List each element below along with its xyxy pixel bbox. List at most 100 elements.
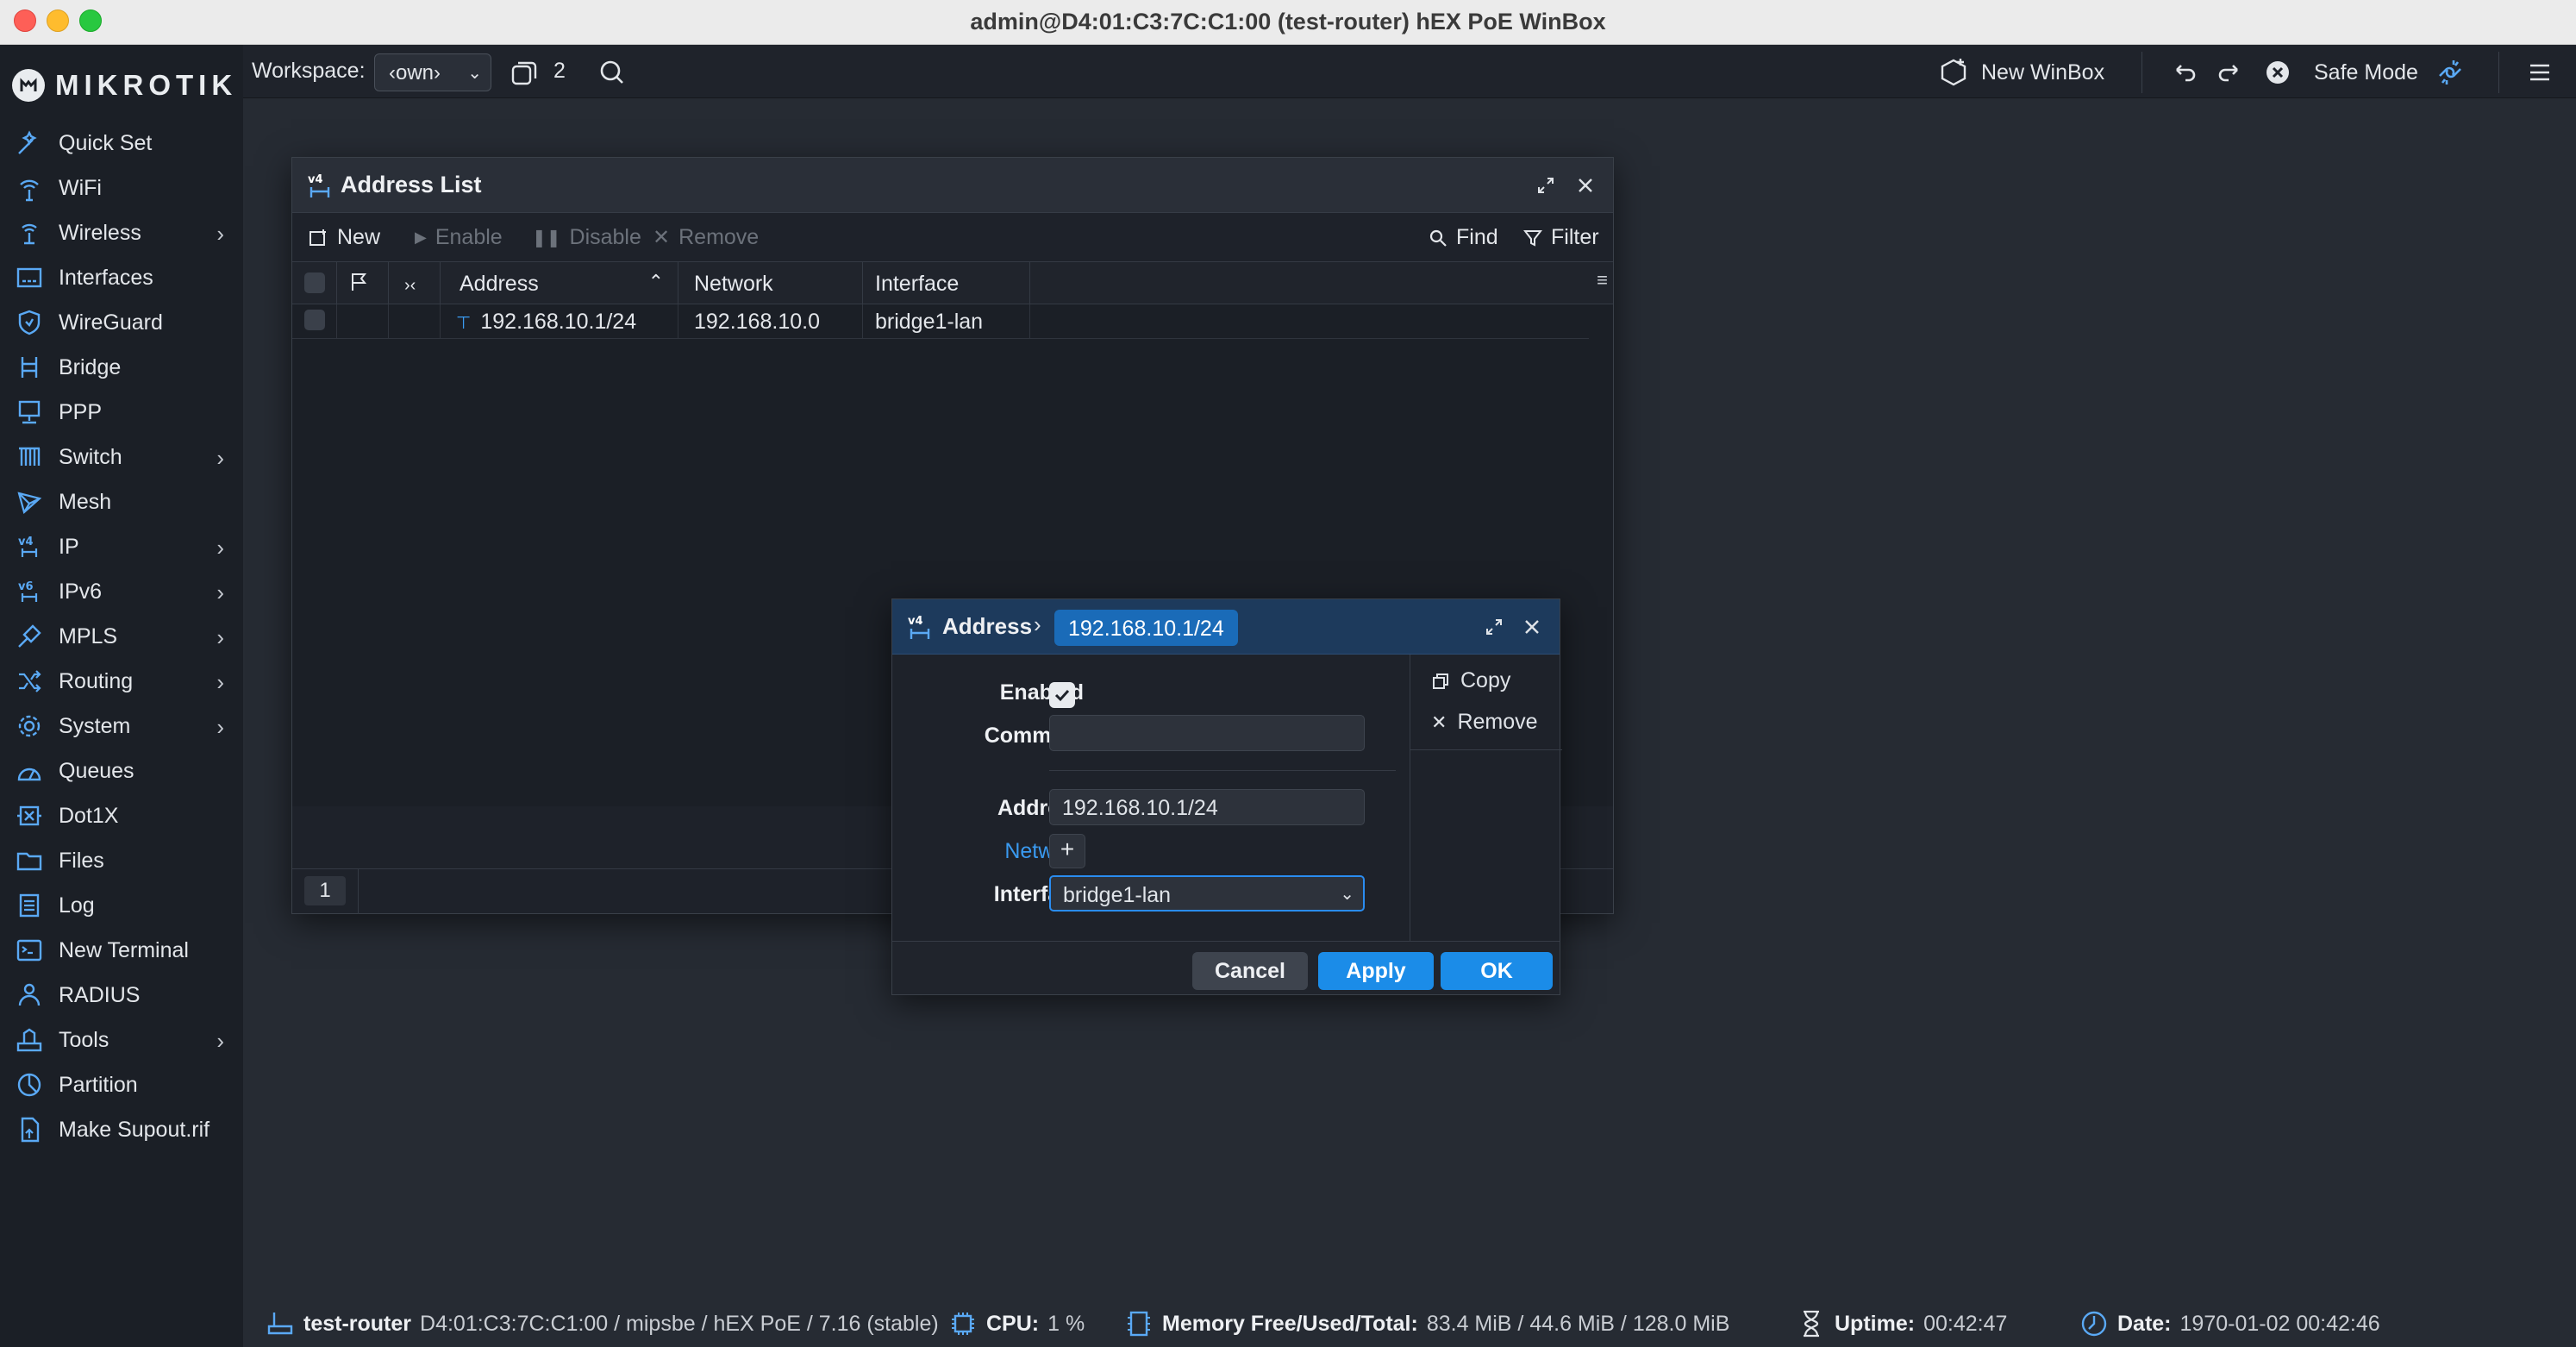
- row-network-value: 192.168.10.0: [694, 310, 820, 334]
- chevron-right-icon: ›: [216, 221, 224, 247]
- windows-stack-icon[interactable]: [507, 55, 541, 90]
- search-icon: [1429, 229, 1447, 247]
- enable-button[interactable]: ▶ Enable: [415, 225, 503, 250]
- sidebar-item-system[interactable]: System ›: [0, 704, 243, 749]
- sidebar-item-switch[interactable]: Switch ›: [0, 435, 243, 479]
- new-winbox-button[interactable]: New WinBox: [1981, 60, 2104, 85]
- new-winbox-icon[interactable]: [1936, 55, 1971, 90]
- routing-icon: [14, 666, 45, 697]
- sidebar-item-mesh[interactable]: Mesh: [0, 479, 243, 524]
- row-checkbox[interactable]: [304, 310, 325, 330]
- chevron-down-icon: ⌄: [1340, 885, 1354, 904]
- actions-divider: [1410, 749, 1562, 750]
- add-network-button[interactable]: +: [1049, 834, 1085, 868]
- sidebar-item-label: Partition: [59, 1072, 138, 1097]
- redo-icon[interactable]: [2212, 55, 2247, 90]
- address-field[interactable]: 192.168.10.1/24: [1049, 789, 1365, 825]
- sidebar-item-dot1x[interactable]: Dot1X: [0, 793, 243, 838]
- chevron-right-icon: ›: [216, 580, 224, 605]
- chevron-right-icon: ›: [216, 1028, 224, 1054]
- disconnect-icon[interactable]: [2433, 55, 2467, 90]
- flag-column-header[interactable]: [337, 262, 389, 305]
- column-header-address[interactable]: Address ⌃: [441, 262, 678, 305]
- ok-button[interactable]: OK: [1441, 952, 1553, 990]
- apply-button[interactable]: Apply: [1318, 952, 1434, 990]
- new-button[interactable]: New: [308, 225, 380, 250]
- disable-button[interactable]: ❚❚ Disable: [532, 225, 641, 250]
- svg-text:v4: v4: [908, 615, 923, 628]
- sidebar-item-bridge[interactable]: Bridge: [0, 345, 243, 390]
- cancel-button[interactable]: Cancel: [1192, 952, 1308, 990]
- sidebar-item-files[interactable]: Files: [0, 838, 243, 883]
- sidebar-item-interfaces[interactable]: Interfaces: [0, 255, 243, 300]
- uptime-status: Uptime: 00:42:47: [1797, 1309, 2007, 1338]
- safe-mode-toggle-icon[interactable]: [2260, 55, 2295, 90]
- maximize-icon[interactable]: [1532, 172, 1560, 199]
- memory-icon: [1128, 1311, 1150, 1337]
- wireguard-icon: [14, 307, 45, 338]
- sidebar-item-wifi[interactable]: WiFi: [0, 166, 243, 210]
- column-header-label: Network: [694, 272, 773, 296]
- close-icon[interactable]: [1572, 172, 1599, 199]
- table-row[interactable]: ⊤ 192.168.10.1/24 192.168.10.0 bridge1-l…: [292, 304, 1589, 339]
- copy-button[interactable]: Copy: [1431, 668, 1510, 693]
- interface-select[interactable]: bridge1-lan ⌄: [1049, 875, 1365, 912]
- sidebar-item-make-supout[interactable]: Make Supout.rif: [0, 1107, 243, 1152]
- checkmark-icon: [1054, 689, 1070, 702]
- undo-icon[interactable]: [2167, 55, 2202, 90]
- sidebar-item-quick-set[interactable]: Quick Set: [0, 121, 243, 166]
- sidebar-item-label: Files: [59, 848, 104, 873]
- breadcrumb-separator-icon: ›: [1034, 611, 1041, 637]
- sidebar-item-log[interactable]: Log: [0, 883, 243, 928]
- enabled-checkbox[interactable]: [1049, 682, 1075, 708]
- date-status: Date: 1970-01-02 00:42:46: [2079, 1309, 2380, 1338]
- select-all-checkbox[interactable]: [304, 273, 325, 293]
- row-address-value: 192.168.10.1/24: [480, 310, 637, 334]
- comment-field[interactable]: [1049, 715, 1365, 751]
- find-button[interactable]: Find: [1429, 225, 1498, 250]
- sidebar-item-label: IP: [59, 534, 79, 559]
- address-list-titlebar[interactable]: v4 Address List: [292, 158, 1613, 213]
- breadcrumb-address[interactable]: Address: [942, 613, 1032, 640]
- sidebar-item-new-terminal[interactable]: New Terminal: [0, 928, 243, 973]
- sidebar-item-mpls[interactable]: MPLS ›: [0, 614, 243, 659]
- mikrotik-logo-icon: [12, 69, 45, 102]
- remove-button[interactable]: ✕ Remove: [1431, 710, 1538, 735]
- router-info: D4:01:C3:7C:C1:00 / mipsbe / hEX PoE / 7…: [420, 1311, 939, 1336]
- sidebar-item-queues[interactable]: Queues: [0, 749, 243, 793]
- sidebar-item-label: Interfaces: [59, 265, 153, 290]
- menu-icon[interactable]: [2523, 55, 2557, 90]
- chevron-right-icon: ›: [216, 624, 224, 650]
- sidebar-item-ppp[interactable]: PPP: [0, 390, 243, 435]
- sidebar-item-ip[interactable]: v4 IP ›: [0, 524, 243, 569]
- dialog-titlebar[interactable]: v4 Address › 192.168.10.1/24: [892, 599, 1560, 655]
- sidebar-item-tools[interactable]: Tools ›: [0, 1018, 243, 1062]
- item-count: 1: [304, 876, 346, 905]
- filter-label: Filter: [1551, 225, 1599, 249]
- comment-column-header[interactable]: ›‹: [389, 262, 441, 305]
- close-icon[interactable]: [1518, 613, 1546, 641]
- wireless-icon: [14, 217, 45, 248]
- column-header-interface[interactable]: Interface: [863, 262, 1030, 305]
- sidebar-item-ipv6[interactable]: v6 IPv6 ›: [0, 569, 243, 614]
- new-icon: [309, 229, 326, 246]
- columns-menu-icon[interactable]: ≡: [1597, 269, 1608, 291]
- column-header-network[interactable]: Network: [678, 262, 863, 305]
- sidebar-item-routing[interactable]: Routing ›: [0, 659, 243, 704]
- sidebar-item-partition[interactable]: Partition: [0, 1062, 243, 1107]
- filter-button[interactable]: Filter: [1523, 225, 1599, 250]
- sidebar-item-radius[interactable]: RADIUS: [0, 973, 243, 1018]
- cpu-status: CPU: 1 %: [948, 1309, 1085, 1338]
- sidebar-item-wireless[interactable]: Wireless ›: [0, 210, 243, 255]
- flag-icon: [352, 273, 367, 291]
- safe-mode-button[interactable]: Safe Mode: [2314, 60, 2418, 85]
- search-icon[interactable]: [595, 55, 629, 90]
- sidebar-item-label: Tools: [59, 1027, 109, 1052]
- remove-button[interactable]: ✕ Remove: [653, 225, 759, 250]
- workspace-select[interactable]: ‹own› ⌄: [374, 53, 491, 91]
- sidebar-item-wireguard[interactable]: WireGuard: [0, 300, 243, 345]
- tools-icon: [14, 1024, 45, 1056]
- maximize-icon[interactable]: [1480, 613, 1508, 641]
- sidebar-item-label: Switch: [59, 444, 122, 469]
- date-label: Date:: [2117, 1311, 2172, 1336]
